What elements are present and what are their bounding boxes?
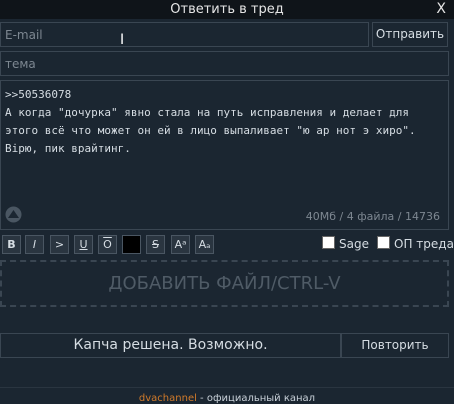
send-button[interactable]: Отправить — [372, 22, 448, 47]
op-label: ОП треда — [394, 237, 454, 251]
dialog-title: Ответить в тред — [0, 0, 454, 19]
subscript-button[interactable]: Aₐ — [195, 235, 214, 254]
divider — [0, 387, 454, 388]
message-textarea[interactable]: >>50536078 А когда "дочурка" явно стала … — [0, 80, 449, 230]
sage-checkbox[interactable]: Sage — [322, 236, 369, 251]
overline-button[interactable]: O — [98, 235, 117, 254]
spoiler-button[interactable] — [122, 235, 141, 254]
superscript-button[interactable]: Aᵃ — [171, 235, 190, 254]
email-placeholder: E-mail — [5, 28, 43, 42]
quote-button[interactable]: > — [50, 235, 69, 254]
mark-icon[interactable] — [5, 206, 22, 223]
email-field[interactable]: E-mail — [0, 22, 369, 47]
underline-button[interactable]: U — [74, 235, 93, 254]
text-cursor-icon: I — [120, 32, 125, 48]
op-checkbox[interactable]: ОП треда — [377, 236, 454, 251]
file-dropzone[interactable]: ДОБАВИТЬ ФАЙЛ/CTRL-V — [0, 260, 449, 307]
message-text: >>50536078 А когда "дочурка" явно стала … — [5, 88, 416, 155]
bold-button[interactable]: B — [2, 235, 21, 254]
sage-checkbox-box[interactable] — [322, 236, 335, 249]
sage-label: Sage — [339, 237, 369, 251]
footer: dvachannel - официальный канал — [0, 393, 454, 404]
close-button[interactable]: X — [436, 0, 446, 19]
footer-text: - официальный канал — [196, 393, 316, 404]
italic-button[interactable]: I — [25, 235, 44, 254]
channel-link[interactable]: dvachannel — [139, 393, 197, 404]
retry-button[interactable]: Повторить — [341, 333, 449, 358]
subject-placeholder: тема — [5, 57, 36, 71]
captcha-status: Капча решена. Возможно. — [0, 333, 341, 358]
strike-button[interactable]: S — [146, 235, 165, 254]
subject-field[interactable]: тема — [0, 51, 449, 76]
title-text: Ответить в тред — [170, 2, 284, 17]
op-checkbox-box[interactable] — [377, 236, 390, 249]
upload-counter: 40Мб / 4 файла / 14736 — [305, 210, 440, 223]
